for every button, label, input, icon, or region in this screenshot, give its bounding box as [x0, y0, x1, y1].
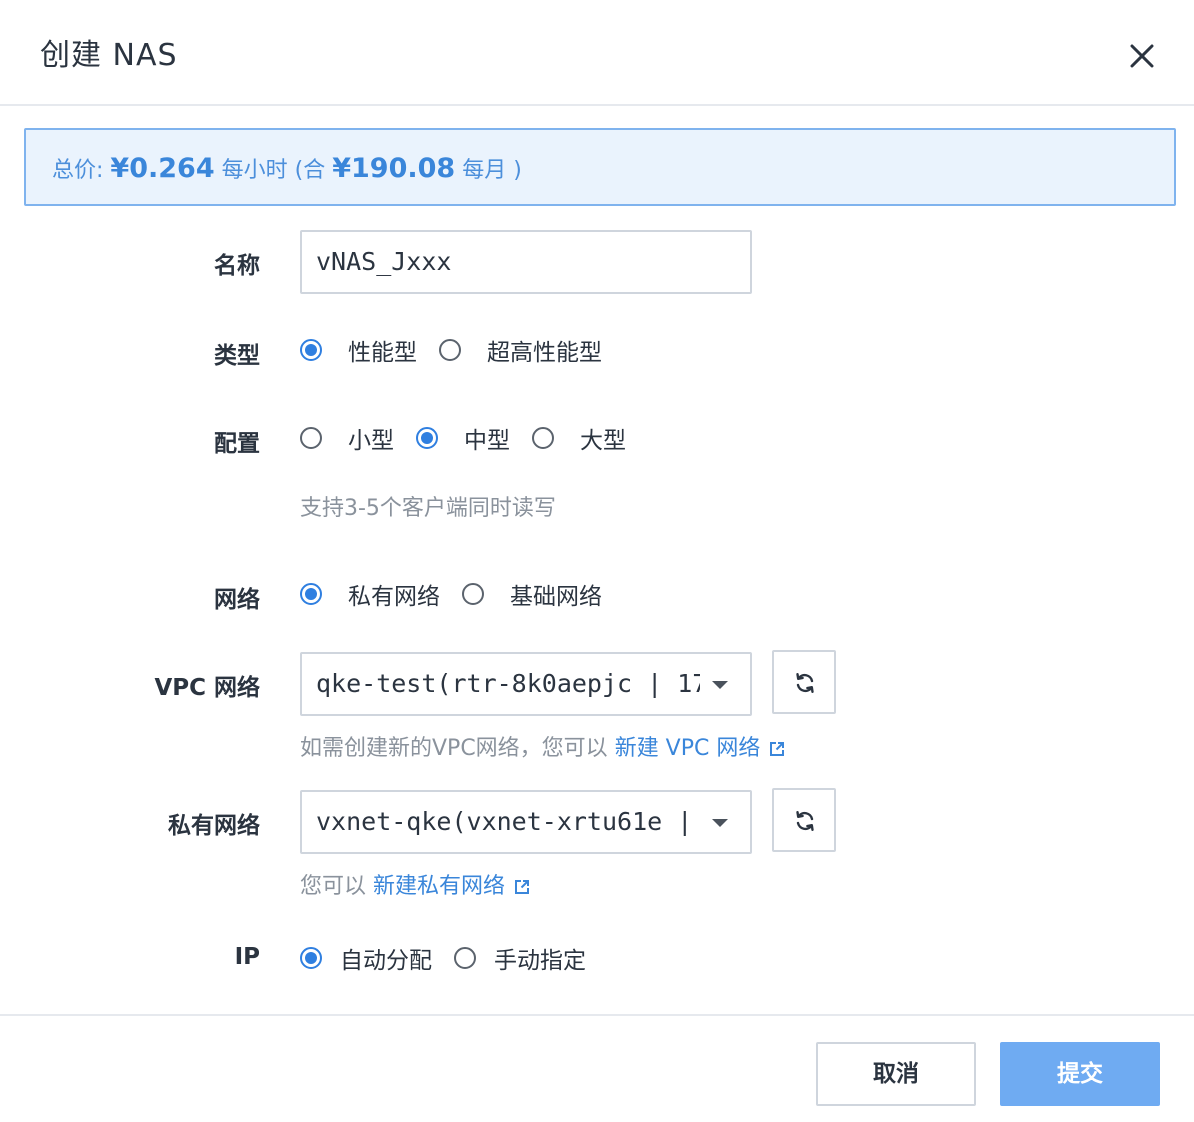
vxnet-label: 私有网络 [168, 813, 260, 839]
network-option-label: 私有网络 [348, 584, 440, 610]
radio-checked-icon [300, 947, 322, 969]
config-option-large[interactable]: 大型 [532, 421, 626, 455]
price-paren-close: ) [513, 158, 522, 183]
vpc-select[interactable]: qke-test(rtr-8k0aepjc | 172 [300, 652, 752, 716]
config-option-label: 中型 [464, 428, 510, 454]
network-label: 网络 [214, 587, 260, 613]
radio-unchecked-icon [462, 583, 484, 605]
radio-unchecked-icon [439, 339, 461, 361]
config-radio-group: 小型 中型 大型 [300, 422, 648, 454]
vxnet-select[interactable]: vxnet-qke(vxnet-xrtu61e | 1 [300, 790, 752, 854]
external-link-icon [770, 742, 785, 756]
ip-option-auto[interactable]: 自动分配 [300, 941, 432, 975]
vpc-refresh-button[interactable] [772, 650, 836, 714]
dialog-header: 创建 NAS [0, 0, 1194, 106]
price-paren-open: (合 [294, 158, 326, 183]
vxnet-hint-text: 您可以 [300, 874, 367, 899]
caret-down-icon [712, 681, 728, 689]
type-option-ultra[interactable]: 超高性能型 [439, 333, 602, 367]
config-option-label: 小型 [348, 428, 394, 454]
config-option-small[interactable]: 小型 [300, 421, 394, 455]
vpc-hint-text: 如需创建新的VPC网络，您可以 [300, 736, 608, 761]
create-vxnet-link[interactable]: 新建私有网络 [373, 874, 531, 899]
external-link-icon [515, 880, 530, 894]
type-radio-group: 性能型 超高性能型 [300, 334, 624, 366]
ip-option-label: 手动指定 [494, 948, 586, 974]
ip-radio-group: 自动分配 手动指定 [300, 942, 608, 974]
price-prefix: 总价: [52, 158, 104, 183]
price-monthly: ¥190.08 [332, 153, 456, 184]
radio-checked-icon [416, 427, 438, 449]
create-nas-dialog: 创建 NAS 总价: ¥0.264 每小时 (合 ¥190.08 每月 ) 名称… [0, 0, 1194, 1122]
ip-option-manual[interactable]: 手动指定 [454, 941, 586, 975]
refresh-icon [796, 811, 814, 831]
caret-down-icon [712, 819, 728, 827]
price-hourly: ¥0.264 [110, 153, 215, 184]
radio-unchecked-icon [454, 947, 476, 969]
config-label: 配置 [214, 431, 260, 457]
vxnet-hint: 您可以 新建私有网络 [300, 868, 531, 900]
type-option-label: 超高性能型 [487, 340, 602, 366]
radio-unchecked-icon [532, 427, 554, 449]
network-option-label: 基础网络 [510, 584, 602, 610]
name-label: 名称 [214, 253, 260, 279]
network-radio-group: 私有网络 基础网络 [300, 578, 624, 610]
config-hint: 支持3-5个客户端同时读写 [300, 496, 556, 521]
vpc-select-value: qke-test(rtr-8k0aepjc | 172 [316, 669, 700, 698]
radio-checked-icon [300, 583, 322, 605]
vxnet-select-value: vxnet-qke(vxnet-xrtu61e | 1 [316, 807, 700, 836]
refresh-icon [796, 673, 814, 693]
type-option-label: 性能型 [348, 340, 417, 366]
price-summary: 总价: ¥0.264 每小时 (合 ¥190.08 每月 ) [24, 128, 1176, 206]
dialog-footer: 取消 提交 [0, 1014, 1194, 1122]
vxnet-refresh-button[interactable] [772, 788, 836, 852]
create-vpc-link[interactable]: 新建 VPC 网络 [615, 736, 787, 761]
close-icon[interactable] [1126, 40, 1158, 72]
network-option-private[interactable]: 私有网络 [300, 577, 440, 611]
price-monthly-unit: 每月 [462, 158, 507, 183]
type-label: 类型 [214, 343, 260, 369]
cancel-button[interactable]: 取消 [816, 1042, 976, 1106]
vpc-label: VPC 网络 [154, 675, 260, 701]
type-option-performance[interactable]: 性能型 [300, 333, 417, 367]
radio-unchecked-icon [300, 427, 322, 449]
config-option-medium[interactable]: 中型 [416, 421, 510, 455]
ip-option-label: 自动分配 [340, 948, 432, 974]
network-option-basic[interactable]: 基础网络 [462, 577, 602, 611]
vpc-hint: 如需创建新的VPC网络，您可以 新建 VPC 网络 [300, 730, 786, 762]
create-vpc-link-label: 新建 VPC 网络 [614, 736, 761, 761]
price-hourly-unit: 每小时 [221, 158, 288, 183]
submit-button[interactable]: 提交 [1000, 1042, 1160, 1106]
name-input[interactable]: vNAS_Jxxx [300, 230, 752, 294]
radio-checked-icon [300, 339, 322, 361]
price-line: 总价: ¥0.264 每小时 (合 ¥190.08 每月 ) [52, 152, 522, 184]
dialog-title: 创建 NAS [40, 38, 178, 73]
ip-label: IP [234, 944, 260, 970]
create-vxnet-link-label: 新建私有网络 [373, 874, 506, 899]
config-option-label: 大型 [580, 428, 626, 454]
